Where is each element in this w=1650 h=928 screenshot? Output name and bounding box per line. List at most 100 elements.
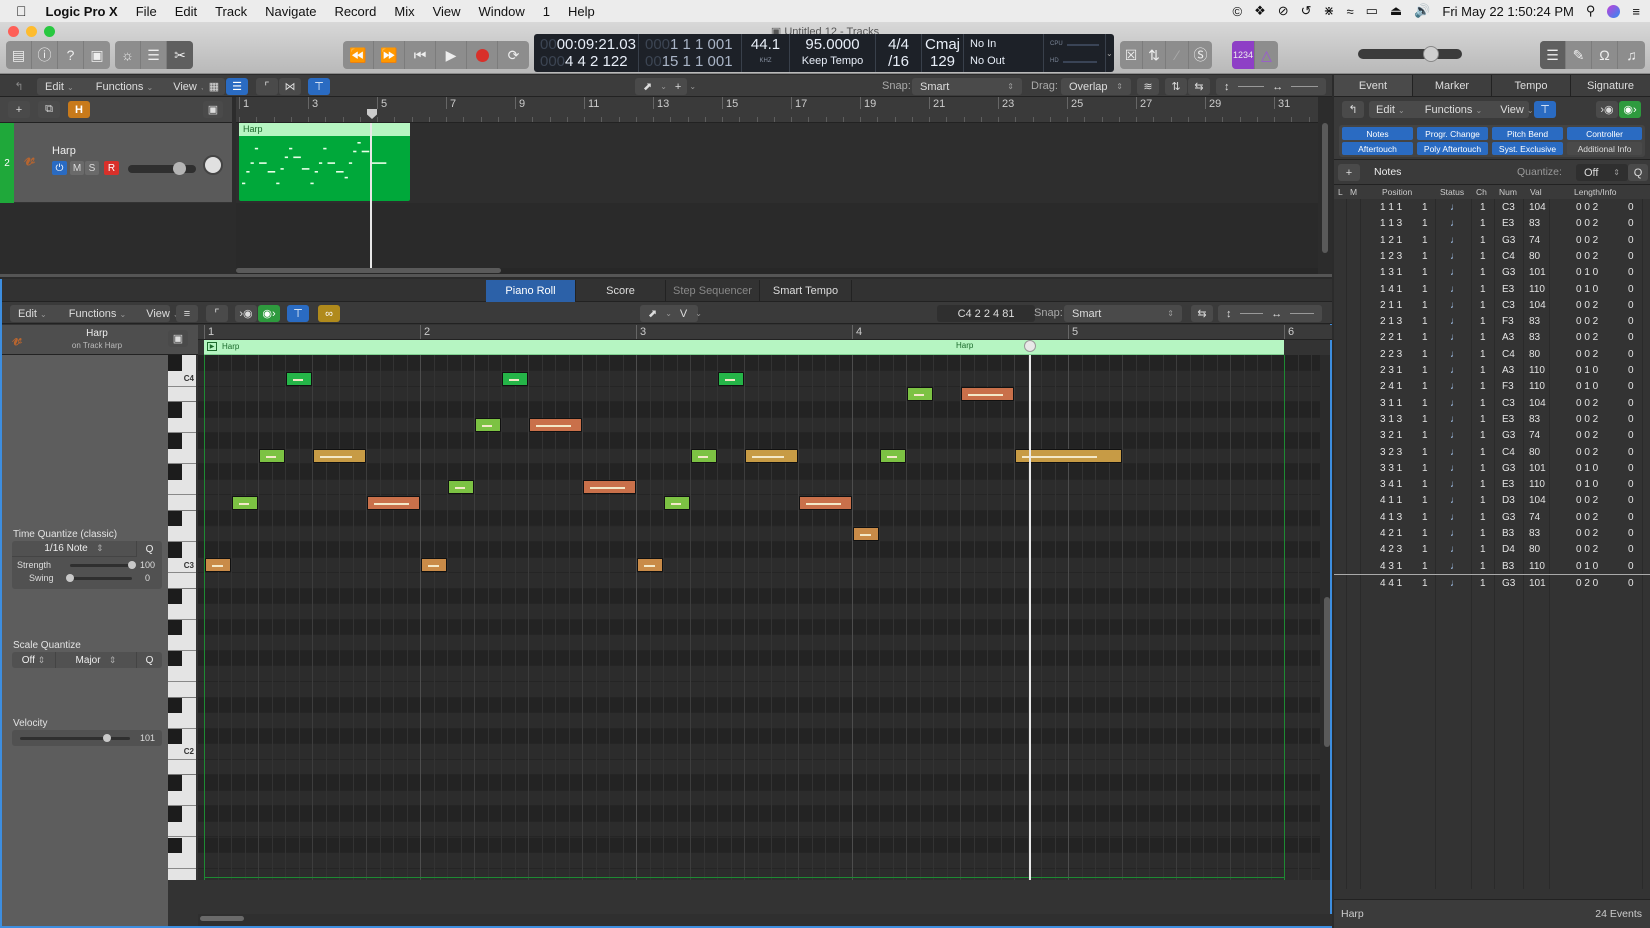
white-key[interactable] — [168, 449, 196, 465]
grid-view-button[interactable]: ▦ — [203, 78, 225, 95]
event-row[interactable]: 2 3 1 1 ♩ 1 A3 110 0 1 0 0 — [1334, 362, 1650, 378]
event-catch-button[interactable]: ⊤ — [1534, 101, 1556, 118]
add-track-button[interactable]: + — [8, 101, 30, 118]
black-key[interactable] — [168, 542, 182, 558]
rewind-button[interactable]: ⏪ — [343, 41, 374, 69]
mixer-button[interactable]: ☰ — [141, 41, 168, 69]
event-row[interactable]: 2 2 1 1 ♩ 1 A3 83 0 0 2 0 — [1334, 329, 1650, 345]
event-row[interactable]: 1 2 1 1 ♩ 1 G3 74 0 0 2 0 — [1334, 232, 1650, 248]
event-row[interactable]: 2 1 3 1 ♩ 1 F3 83 0 0 2 0 — [1334, 313, 1650, 329]
hide-tracks-button[interactable]: H — [68, 101, 90, 118]
event-back-button[interactable]: ↰ — [1342, 101, 1364, 118]
midi-note[interactable] — [421, 558, 447, 573]
col-ch[interactable]: Ch — [1476, 187, 1487, 197]
event-quantize-select[interactable]: Off ⇕ — [1576, 164, 1628, 181]
black-key[interactable] — [168, 728, 182, 745]
tuner-button[interactable]: ⁄ — [1166, 41, 1189, 69]
browsers-button[interactable]: ♫ — [1618, 41, 1645, 69]
event-row[interactable]: 2 1 1 1 ♩ 1 C3 104 0 0 2 0 — [1334, 297, 1650, 313]
black-key[interactable] — [168, 806, 182, 822]
white-key[interactable] — [168, 822, 196, 838]
sync-icon[interactable]: ⊘ — [1278, 3, 1289, 19]
midi-note[interactable] — [637, 558, 663, 573]
event-edit-menu[interactable]: Edit ⌄ — [1369, 104, 1412, 116]
white-key[interactable] — [168, 853, 196, 869]
tab-piano-roll[interactable]: Piano Roll — [486, 280, 576, 302]
midi-note[interactable] — [259, 449, 285, 464]
midi-note[interactable] — [286, 371, 312, 386]
event-row[interactable]: 1 4 1 1 ♩ 1 E3 110 0 1 0 0 — [1334, 281, 1650, 297]
col-position[interactable]: Position — [1382, 187, 1412, 197]
list-editors-button[interactable]: ☰ — [1540, 41, 1566, 69]
horizontal-zoom-slider[interactable] — [1290, 313, 1314, 314]
event-row[interactable]: 1 3 1 1 ♩ 1 G3 101 0 1 0 0 — [1334, 264, 1650, 280]
white-key[interactable] — [168, 604, 196, 620]
black-key[interactable] — [168, 588, 182, 605]
event-midi-in-button[interactable]: ›◉ — [1596, 101, 1618, 118]
midi-out-button[interactable]: ◉› — [258, 305, 280, 322]
event-row[interactable]: 3 1 1 1 ♩ 1 C3 104 0 0 2 0 — [1334, 395, 1650, 411]
event-row[interactable]: 3 1 3 1 ♩ 1 E3 83 0 0 2 0 — [1334, 411, 1650, 427]
menu-navigate[interactable]: Navigate — [256, 4, 325, 19]
event-row[interactable]: 2 2 3 1 ♩ 1 C4 80 0 0 2 0 — [1334, 346, 1650, 362]
event-row[interactable]: 4 4 1 1 ♩ 1 G3 101 0 2 0 0 — [1334, 573, 1650, 590]
white-key[interactable] — [168, 418, 196, 434]
tab-smart-tempo[interactable]: Smart Tempo — [760, 280, 852, 302]
piano-roll-grid[interactable] — [198, 355, 1320, 880]
cycle-button[interactable]: ⟳ — [498, 41, 529, 69]
event-row[interactable]: 1 2 3 1 ♩ 1 C4 80 0 0 2 0 — [1334, 248, 1650, 264]
event-row[interactable]: 3 2 1 1 ♩ 1 G3 74 0 0 2 0 — [1334, 427, 1650, 443]
record-button[interactable] — [467, 41, 498, 69]
notification-center-icon[interactable]: ≡ — [1632, 4, 1640, 19]
event-row[interactable]: 3 4 1 1 ♩ 1 E3 110 0 1 0 0 — [1334, 476, 1650, 492]
lcd-locators[interactable]: 0001 1 1 001 0015 1 1 001 — [639, 34, 742, 72]
scale-quantize-off-select[interactable]: Off ⇕ — [12, 652, 56, 668]
black-key[interactable] — [168, 355, 182, 371]
midi-in-button[interactable]: ›◉ — [235, 305, 257, 322]
black-key[interactable] — [168, 433, 182, 449]
play-button[interactable]: ▶ — [436, 41, 467, 69]
event-row[interactable]: 4 1 1 1 ♩ 1 D3 104 0 0 2 0 — [1334, 492, 1650, 508]
editors-button[interactable]: ✂ — [167, 41, 193, 69]
lcd-key[interactable]: Cmaj 129 — [922, 34, 964, 72]
editor-vertical-scrollbar[interactable] — [1324, 597, 1330, 747]
midi-note[interactable] — [448, 480, 474, 495]
track-header[interactable]: 2 𝓿 Harp ⏻ M S R — [0, 123, 232, 203]
tracks-horizontal-scrollbar[interactable] — [236, 268, 501, 273]
event-row[interactable]: 2 4 1 1 ♩ 1 F3 110 0 1 0 0 — [1334, 378, 1650, 394]
midi-note[interactable] — [691, 449, 717, 464]
list-view-button[interactable]: ☰ — [226, 78, 248, 95]
editor-functions-menu[interactable]: Functions ⌄ — [63, 308, 132, 320]
midi-note[interactable] — [232, 495, 258, 510]
lcd-display[interactable]: 0000:09:21.03 0004 4 2 122 0001 1 1 001 … — [534, 34, 1114, 72]
tab-score[interactable]: Score — [576, 280, 666, 302]
midi-note[interactable] — [475, 418, 501, 433]
filter-aftertouch[interactable]: Aftertouch — [1342, 142, 1413, 155]
duplicate-track-button[interactable]: ⧉ — [38, 101, 60, 118]
filter-program-change[interactable]: Progr. Change — [1417, 127, 1488, 140]
midi-note[interactable] — [502, 371, 528, 386]
time-quantize-q-button[interactable]: Q — [136, 541, 162, 557]
editor-playhead-handle[interactable] — [1024, 340, 1037, 352]
menu-record[interactable]: Record — [325, 4, 385, 19]
track-record-button[interactable]: R — [104, 161, 119, 175]
event-row[interactable]: 1 1 3 1 ♩ 1 E3 83 0 0 2 0 — [1334, 215, 1650, 231]
vertical-zoom-slider[interactable] — [1237, 86, 1265, 87]
editor-fit-button[interactable]: ⇆ — [1191, 305, 1213, 322]
midi-note[interactable] — [907, 387, 933, 402]
midi-note[interactable] — [880, 449, 906, 464]
library-button[interactable]: ▤ — [6, 41, 33, 69]
menu-window[interactable]: Window — [470, 4, 534, 19]
go-to-beginning-button[interactable]: ⏮ — [405, 41, 436, 69]
strength-knob[interactable] — [128, 561, 136, 569]
fit-horizontal-button[interactable]: ⇆ — [1188, 78, 1210, 95]
menu-file[interactable]: File — [127, 4, 166, 19]
velocity-slider[interactable] — [20, 737, 130, 740]
spotlight-icon[interactable]: ⚲ — [1586, 3, 1596, 19]
back-button[interactable]: ↰ — [8, 78, 30, 95]
event-row[interactable]: 4 2 1 1 ♩ 1 B3 83 0 0 2 0 — [1334, 525, 1650, 541]
siri-icon[interactable] — [1607, 4, 1621, 18]
lcd-tempo[interactable]: 95.0000 Keep Tempo — [790, 34, 876, 72]
master-volume-knob[interactable] — [1422, 46, 1439, 62]
lcd-sample-rate[interactable]: 44.1 KHZ — [742, 34, 790, 72]
